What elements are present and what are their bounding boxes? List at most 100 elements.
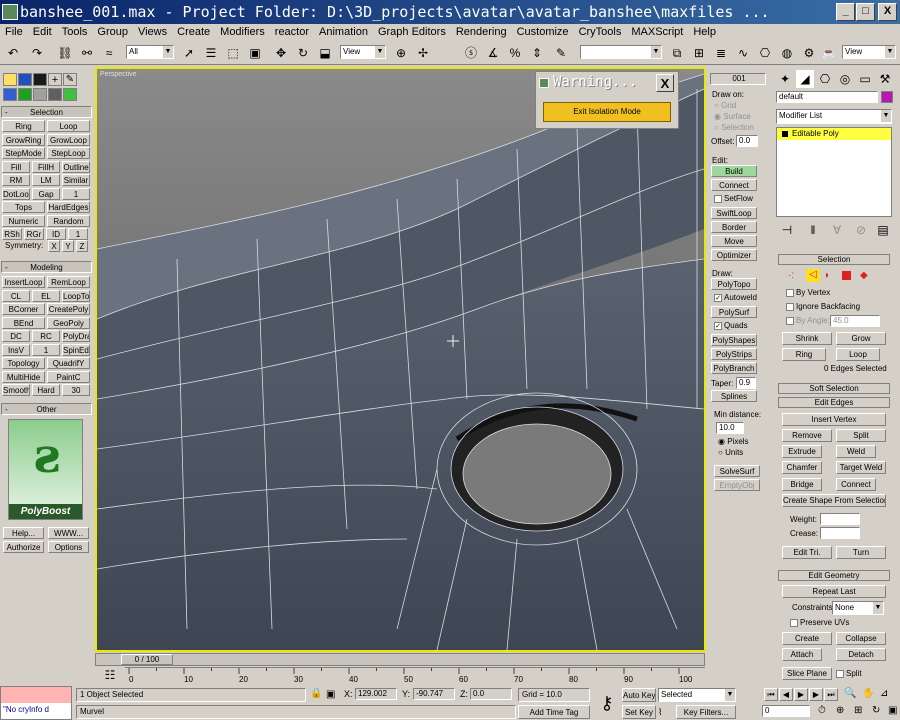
named-selection-sets-dropdown[interactable]: ▼ [580, 45, 662, 59]
mirror-icon[interactable]: ⧉ [668, 44, 686, 62]
connect-edges-button[interactable]: Connect [836, 478, 876, 491]
polysurf-button[interactable]: PolySurf [711, 306, 757, 318]
units-radio[interactable]: ○ Units [718, 448, 743, 457]
pb-mod-smooth-button[interactable]: Smooth [2, 384, 30, 396]
unlink-icon[interactable]: ⚯ [78, 44, 96, 62]
border-mode-icon[interactable] [3, 88, 17, 101]
other-section-header[interactable]: Other [1, 403, 92, 415]
render-setup-icon[interactable]: ⚙ [800, 44, 818, 62]
soft-selection-rollout-header[interactable]: Soft Selection [778, 383, 890, 394]
named-selection-icon[interactable]: ✎ [552, 44, 570, 62]
pb-mod-spinedge-button[interactable]: SpinEdge [62, 343, 90, 356]
selection-rollout-header[interactable]: Selection [778, 254, 890, 265]
snap-toggle-icon[interactable]: ⓢ [462, 44, 480, 62]
pb-sel-fillh-button[interactable]: FillH [32, 160, 60, 173]
maximize-button[interactable]: □ [856, 3, 875, 21]
pb-sel-tops-button[interactable]: Tops [2, 201, 45, 213]
pb-sel-lm-button[interactable]: LM [32, 174, 60, 186]
pb-mod-dc-button[interactable]: DC [2, 330, 30, 342]
render-view-dropdown[interactable]: View ▼ [842, 45, 896, 59]
viewport-label[interactable]: Perspective [100, 71, 137, 78]
border-button[interactable]: Border [711, 221, 757, 233]
go-to-end-icon[interactable]: ⏭ [824, 688, 838, 701]
select-mode-icon[interactable] [3, 73, 17, 86]
loop-button[interactable]: Loop [836, 348, 880, 361]
chamfer-button[interactable]: Chamfer [782, 461, 822, 474]
by-vertex-checkbox[interactable]: By Vertex [786, 288, 830, 297]
key-mode-dropdown[interactable]: Selected ▼ [658, 688, 736, 702]
menu-help[interactable]: Help [688, 26, 721, 38]
symmetry-z-button[interactable]: Z [76, 240, 88, 252]
polyboost-www-button[interactable]: WWW... [48, 527, 89, 539]
field-of-view-icon[interactable]: ⊿ [880, 688, 888, 699]
pb-sel-steploop-button[interactable]: StepLoop [47, 147, 90, 159]
region-select-icon[interactable]: ⬚ [224, 44, 242, 62]
pb-sel-growloop-button[interactable]: GrowLoop [47, 133, 90, 146]
pb-sel-id-button[interactable]: ID [46, 228, 66, 240]
time-slider[interactable]: 0 / 100 [95, 653, 705, 666]
selection-filter-dropdown[interactable]: All ▼ [126, 45, 174, 59]
create-shape-button[interactable]: Create Shape From Selection [782, 494, 886, 507]
pb-mod-insertloop-button[interactable]: InsertLoop [2, 276, 45, 288]
z-coord-field[interactable]: 0.0 [470, 688, 512, 700]
menu-tools[interactable]: Tools [57, 26, 93, 38]
close-button[interactable]: X [878, 3, 897, 21]
bridge-button[interactable]: Bridge [782, 478, 822, 491]
pb-sel-loop-button[interactable]: Loop [47, 120, 90, 132]
extrude-button[interactable]: Extrude [782, 445, 822, 458]
symmetry-x-button[interactable]: X [48, 240, 60, 252]
reference-coord-dropdown[interactable]: View ▼ [340, 45, 386, 59]
polystrips-button[interactable]: PolyStrips [711, 348, 757, 360]
pb-sel-outline-button[interactable]: Outline [62, 160, 90, 173]
time-config-icon[interactable]: ⏱ [818, 705, 826, 716]
display-tab-icon[interactable]: ▭ [856, 70, 874, 88]
detach-button[interactable]: Detach [836, 648, 886, 661]
pb-sel-ring-button[interactable]: Ring [2, 120, 45, 132]
weight-field[interactable] [820, 513, 860, 525]
move-icon[interactable]: ✥ [272, 44, 290, 62]
edge-subobject-icon[interactable]: ◁ [806, 269, 820, 282]
pb-sel-hardedges-button[interactable]: HardEdges [47, 201, 90, 213]
motion-tab-icon[interactable]: ◎ [836, 70, 854, 88]
menu-group[interactable]: Group [92, 26, 133, 38]
window-crossing-icon[interactable]: ▣ [246, 44, 264, 62]
min-distance-field[interactable]: 10.0 [716, 422, 744, 434]
selection-section-header[interactable]: Selection [1, 106, 92, 118]
select-manipulate-icon[interactable]: ✢ [414, 44, 432, 62]
pb-sel-random-button[interactable]: Random [47, 214, 90, 227]
hierarchy-tab-icon[interactable]: ⎔ [816, 70, 834, 88]
vertex-subobject-icon[interactable]: ·: [788, 270, 794, 281]
build-button[interactable]: Build [711, 165, 757, 177]
menu-modifiers[interactable]: Modifiers [215, 26, 270, 38]
attach-button[interactable]: Attach [782, 648, 822, 661]
link-icon[interactable]: ⛓ [56, 44, 74, 62]
collapse-button[interactable]: Collapse [836, 632, 886, 645]
go-to-start-icon[interactable]: ⏮ [764, 688, 778, 701]
object-id-field[interactable]: 001 [710, 73, 766, 85]
key-icon[interactable]: ⚷ [594, 690, 620, 716]
pb-mod-multihide-button[interactable]: MultiHide [2, 370, 45, 383]
pb-mod-polydraw-button[interactable]: PolyDraw [62, 330, 90, 342]
vertex-mode-icon[interactable] [18, 73, 32, 86]
by-angle-field[interactable]: 45.0 [830, 315, 880, 327]
schematic-view-icon[interactable]: ⎔ [756, 44, 774, 62]
element-subobject-icon[interactable]: ◆ [860, 270, 868, 281]
swiftloop-button[interactable]: SwiftLoop [711, 207, 757, 219]
auto-key-button[interactable]: Auto Key [622, 688, 656, 702]
ring-button[interactable]: Ring [782, 348, 826, 361]
pb-sel-fill-button[interactable]: Fill [2, 160, 30, 173]
pb-mod-paintc-button[interactable]: PaintC [47, 370, 90, 383]
constraints-dropdown[interactable]: None ▼ [832, 601, 884, 615]
pb-sel-similar-button[interactable]: Similar [62, 174, 90, 186]
draw-on-surface-radio[interactable]: ◉ Surface [714, 112, 751, 121]
menu-animation[interactable]: Animation [314, 26, 373, 38]
play-icon[interactable]: ▶ [794, 688, 808, 701]
utilities-tab-icon[interactable]: ⚒ [876, 70, 894, 88]
layer-manager-icon[interactable]: ≣ [712, 44, 730, 62]
authorize-button[interactable]: Authorize [3, 541, 44, 553]
zoom-icon[interactable]: ⊕ [836, 705, 844, 716]
menu-graph-editors[interactable]: Graph Editors [373, 26, 451, 38]
menu-crytools[interactable]: CryTools [574, 26, 627, 38]
show-end-result-icon[interactable]: ‖ [804, 221, 822, 239]
polyshapes-button[interactable]: PolyShapes [711, 334, 757, 346]
